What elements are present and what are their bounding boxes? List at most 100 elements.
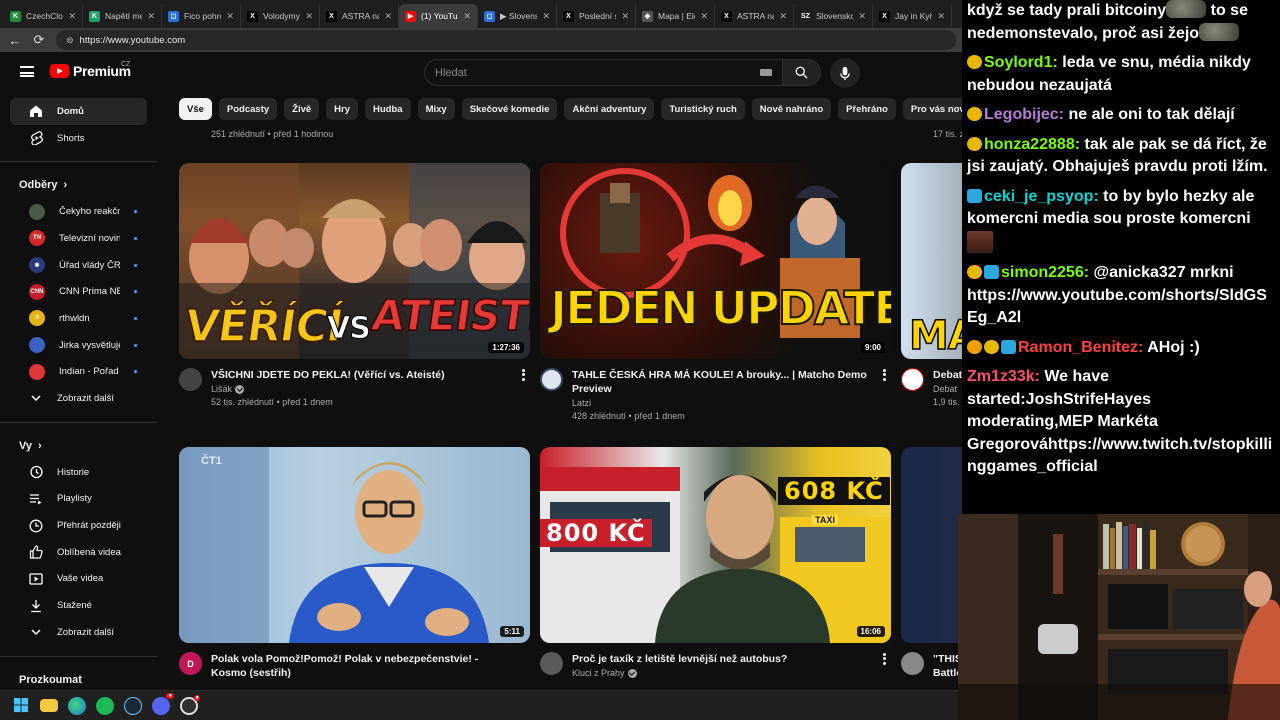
sidebar-subscription[interactable]: Čekyho reakční k... <box>10 198 147 225</box>
filter-chip[interactable]: Hudba <box>365 98 411 120</box>
video-title[interactable]: Debat <box>933 368 962 382</box>
sidebar-subscription[interactable]: CNN CNN Prima NEWS <box>10 278 147 305</box>
video-thumbnail[interactable] <box>901 447 962 643</box>
keyboard-icon[interactable] <box>760 69 772 76</box>
site-info-icon[interactable]: ⊜ <box>66 35 74 46</box>
more-actions-icon[interactable] <box>879 368 889 382</box>
filter-chip[interactable]: Živě <box>284 98 320 120</box>
browser-tab[interactable]: SZ Slovensko a ✕ <box>794 4 873 28</box>
filter-chip[interactable]: Pro vás nové <box>902 98 962 120</box>
channel-name[interactable]: Latzi <box>572 398 869 408</box>
filter-chip[interactable]: Mixy <box>417 98 455 120</box>
search-input[interactable]: Hledat <box>424 59 783 86</box>
discord-icon[interactable]: ● <box>152 692 174 715</box>
browser-tab[interactable]: K Napětí mezi ✕ <box>83 4 162 28</box>
video-card[interactable]: 608 KČ 800 KČ TAXI 16:06 Proč je taxík z… <box>540 447 891 678</box>
filter-chip[interactable]: Turistický ruch <box>661 98 745 120</box>
browser-tab[interactable]: X Jay in Kyiv ✕ <box>873 4 952 28</box>
sidebar-item-watch-later[interactable]: Přehrát později <box>10 512 147 539</box>
channel-avatar[interactable] <box>901 368 924 391</box>
video-title[interactable]: TAHLE ČESKÁ HRA MÁ KOULE! A brouky... | … <box>572 368 869 396</box>
browser-tab[interactable]: X Volodymyr Z ✕ <box>241 4 320 28</box>
video-title[interactable]: Proč je taxík z letiště levnější než aut… <box>572 652 869 666</box>
video-card[interactable]: JEDEN UPDATE 9:00 TAHLE ČESKÁ HRA MÁ KOU… <box>540 163 891 421</box>
channel-avatar[interactable] <box>540 652 563 675</box>
channel-avatar[interactable] <box>179 368 202 391</box>
video-thumbnail[interactable]: ČT1 5:11 <box>179 447 530 643</box>
tab-close-icon[interactable]: ✕ <box>779 11 787 22</box>
filter-chip[interactable]: Akční adventury <box>564 98 655 120</box>
tab-close-icon[interactable]: ✕ <box>463 11 471 22</box>
browser-tab[interactable]: ◻ ▶ Slovensko ✕ <box>478 4 557 28</box>
spotify-icon[interactable] <box>96 696 114 715</box>
back-arrow-icon[interactable]: ← <box>8 33 22 48</box>
tab-close-icon[interactable]: ✕ <box>542 11 550 22</box>
tab-close-icon[interactable]: ✕ <box>147 11 155 22</box>
search-button[interactable] <box>783 59 821 86</box>
browser-tab[interactable]: X ASTRA na p ✕ <box>715 4 794 28</box>
filter-chip[interactable]: Vše <box>179 98 212 120</box>
tab-close-icon[interactable]: ✕ <box>858 11 866 22</box>
obs-icon[interactable]: ● <box>180 694 200 715</box>
tab-close-icon[interactable]: ✕ <box>305 11 313 22</box>
sidebar-subscription[interactable]: rt rthwldn <box>10 305 147 332</box>
voice-search-button[interactable] <box>830 58 860 88</box>
browser-tab[interactable]: ◆ Mapa | Elect ✕ <box>636 4 715 28</box>
browser-tab[interactable]: ◻ Fico pohrozil ✕ <box>162 4 241 28</box>
channel-avatar[interactable] <box>901 652 924 675</box>
filter-chip[interactable]: Podcasty <box>218 98 278 120</box>
video-thumbnail[interactable]: MA <box>901 163 962 359</box>
sidebar-item-downloads[interactable]: Stažené <box>10 592 147 619</box>
sidebar-item-liked[interactable]: Oblíbená videa <box>10 539 147 566</box>
channel-avatar[interactable] <box>540 368 563 391</box>
sidebar-item-home[interactable]: Domů <box>10 98 147 125</box>
youtube-logo[interactable]: Premium <box>50 63 131 79</box>
edge-browser-icon[interactable] <box>68 696 86 715</box>
video-card[interactable]: ČT1 5:11 D Polak vola Pomož!Pomož! Polak… <box>179 447 530 680</box>
steam-icon[interactable] <box>124 696 142 715</box>
browser-tab[interactable]: ▶ (1) YouTube ✕ <box>399 4 478 28</box>
more-actions-icon[interactable] <box>879 652 889 666</box>
filter-chip[interactable]: Skečové komedie <box>461 98 558 120</box>
sidebar-subscription[interactable]: Jirka vysvětluje věci <box>10 332 147 359</box>
channel-name[interactable]: Lišák <box>211 384 508 394</box>
file-explorer-icon[interactable] <box>40 699 58 712</box>
channel-avatar[interactable]: D <box>179 652 202 675</box>
tab-close-icon[interactable]: ✕ <box>621 11 629 22</box>
video-title[interactable]: Polak vola Pomož!Pomož! Polak v nebezpeč… <box>211 652 508 680</box>
filter-chip[interactable]: Nově nahráno <box>751 98 832 120</box>
video-card-partial[interactable]: "THIS Battle <box>901 447 962 690</box>
sidebar-item-chevron-down[interactable]: Zobrazit další <box>10 619 147 646</box>
you-heading[interactable]: Vy › <box>0 433 157 459</box>
menu-icon[interactable] <box>20 66 34 77</box>
address-bar[interactable]: ⊜ https://www.youtube.com <box>56 30 956 50</box>
video-card[interactable]: VĚŘÍCÍ VS ATEISTÉ 1:27:36 VŠICHNI JDETE … <box>179 163 530 407</box>
filter-chip[interactable]: Hry <box>326 98 359 120</box>
tab-close-icon[interactable]: ✕ <box>700 11 708 22</box>
sidebar-item-playlists[interactable]: Playlisty <box>10 486 147 513</box>
channel-name[interactable]: Kluci z Prahy <box>572 668 869 678</box>
browser-tab[interactable]: X Poslední sk ✕ <box>557 4 636 28</box>
video-title[interactable]: VŠICHNI JDETE DO PEKLA! (Věřící vs. Atei… <box>211 368 508 382</box>
browser-tab[interactable]: K CzechCloud ✕ <box>4 4 83 28</box>
tab-close-icon[interactable]: ✕ <box>226 11 234 22</box>
sidebar-subscription[interactable]: Indian - Pořad o ... <box>10 359 147 386</box>
tab-close-icon[interactable]: ✕ <box>68 11 76 22</box>
sidebar-item-your-videos[interactable]: Vaše videa <box>10 566 147 593</box>
sidebar-subscription[interactable]: ✱ Úřad vlády ČR <box>10 252 147 279</box>
video-thumbnail[interactable]: JEDEN UPDATE 9:00 <box>540 163 891 359</box>
sidebar-item-shorts[interactable]: Shorts <box>10 125 147 152</box>
filter-chip[interactable]: Přehráno <box>838 98 896 120</box>
video-thumbnail[interactable]: 608 KČ 800 KČ TAXI 16:06 <box>540 447 891 643</box>
sidebar-item-history[interactable]: Historie <box>10 459 147 486</box>
windows-start-icon[interactable] <box>12 697 30 715</box>
tab-close-icon[interactable]: ✕ <box>937 11 945 22</box>
more-actions-icon[interactable] <box>518 368 528 382</box>
video-thumbnail[interactable]: VĚŘÍCÍ VS ATEISTÉ 1:27:36 <box>179 163 530 359</box>
subscriptions-heading[interactable]: Odběry › <box>0 172 157 198</box>
tab-close-icon[interactable]: ✕ <box>384 11 392 22</box>
browser-tab[interactable]: X ASTRA na p ✕ <box>320 4 399 28</box>
video-card-partial[interactable]: MA Debat Debat 1,9 tis. <box>901 163 962 453</box>
show-more-subscriptions[interactable]: Zobrazit další <box>10 385 147 412</box>
sidebar-subscription[interactable]: TN Televizní noviny <box>10 225 147 252</box>
